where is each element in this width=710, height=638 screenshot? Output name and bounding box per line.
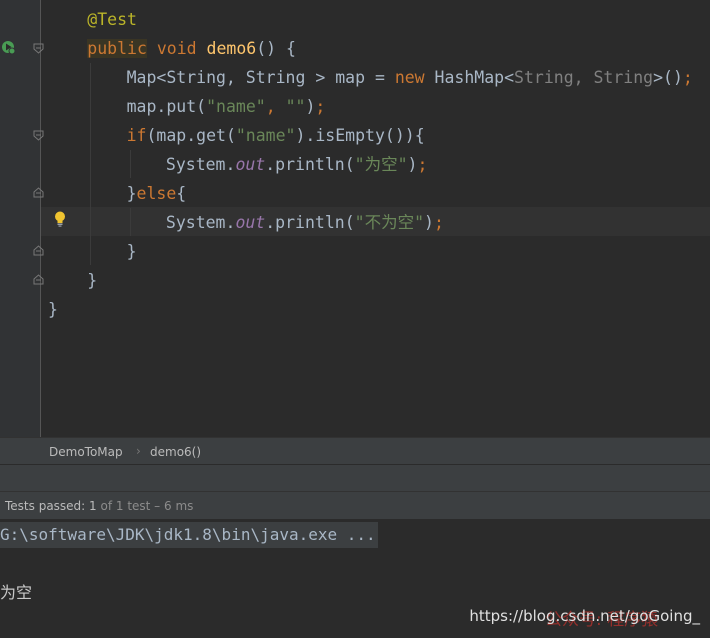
code-token: else [136, 184, 177, 203]
code-token: void [156, 39, 197, 58]
code-token: >() [653, 68, 683, 87]
test-status-suffix: of 1 test – 6 ms [96, 499, 194, 513]
run-test-icon[interactable] [0, 39, 16, 55]
code-token: map.put( [126, 97, 207, 116]
code-token: System. [165, 213, 236, 232]
fold-marker-icon[interactable] [33, 187, 44, 198]
code-line[interactable]: @Test [87, 5, 137, 34]
code-token: ; [315, 97, 326, 116]
test-status-bar: Tests passed: 1 of 1 test – 6 ms [0, 491, 710, 520]
code-token: public [87, 39, 147, 58]
code-editor[interactable]: @Test public void demo6() {Map<String, St… [0, 0, 710, 437]
fold-marker-icon[interactable] [33, 274, 44, 285]
code-line[interactable]: }else{ [127, 179, 187, 208]
breadcrumb-method[interactable]: demo6() [150, 445, 201, 459]
code-token: ).isEmpty()){ [295, 126, 425, 145]
code-token: Map<String, String > map = [126, 68, 395, 87]
code-line[interactable]: } [48, 295, 58, 324]
code-token: HashMap< [424, 68, 515, 87]
code-line[interactable]: if(map.get("name").isEmpty()){ [127, 121, 425, 150]
code-token: ) [305, 97, 316, 116]
run-toolbar [0, 464, 710, 492]
code-token: } [87, 271, 98, 290]
breadcrumb-separator: › [136, 444, 141, 458]
test-status-prefix: Tests passed: [5, 499, 90, 513]
code-line[interactable]: } [87, 266, 97, 295]
code-token: } [48, 300, 58, 319]
code-token: "不为空" [354, 213, 425, 232]
code-line[interactable]: System.out.println("不为空"); [166, 208, 444, 237]
console-command-line[interactable]: G:\software\JDK\jdk1.8\bin\java.exe ... [0, 522, 378, 548]
indent-guide [130, 150, 131, 178]
code-token: "name" [235, 126, 296, 145]
fold-marker-icon[interactable] [33, 245, 44, 256]
code-token: ) [424, 213, 434, 232]
breadcrumb-class[interactable]: DemoToMap [49, 445, 123, 459]
code-token: } [126, 184, 137, 203]
test-passed-count: 1 [89, 499, 97, 513]
code-token: String, String [514, 68, 654, 87]
lightbulb-icon[interactable] [53, 210, 67, 228]
code-line[interactable]: System.out.println("为空"); [166, 150, 428, 179]
console-output-line: 为空 [0, 583, 33, 602]
code-token: "为空" [354, 155, 408, 174]
code-token: } [126, 242, 137, 261]
code-token: @Test [87, 10, 137, 29]
editor-gutter[interactable] [0, 0, 44, 437]
code-token: () { [256, 39, 296, 58]
code-token: , [265, 97, 286, 116]
breadcrumb: DemoToMap › demo6() [0, 437, 710, 465]
fold-marker-icon[interactable] [33, 43, 44, 54]
code-token: out [235, 155, 266, 174]
code-token: { [176, 184, 187, 203]
code-token: System. [165, 155, 236, 174]
code-token: .println( [265, 213, 355, 232]
code-token: if [126, 126, 147, 145]
code-token: ; [433, 213, 444, 232]
code-token: out [235, 213, 266, 232]
code-token: ; [417, 155, 428, 174]
code-token: ; [682, 68, 693, 87]
watermark: https://blog.csdn.net/goGoing_ [469, 607, 700, 625]
code-line[interactable]: } [127, 237, 137, 266]
code-token: "" [285, 97, 306, 116]
indent-guide [130, 208, 131, 236]
code-token: ) [407, 155, 418, 174]
code-token: demo6 [206, 39, 257, 58]
code-token: "name" [206, 97, 266, 116]
run-console[interactable]: G:\software\JDK\jdk1.8\bin\java.exe ... … [0, 519, 710, 638]
fold-marker-icon[interactable] [33, 130, 44, 141]
code-token: (map.get( [146, 126, 236, 145]
code-line[interactable]: map.put("name", ""); [127, 92, 326, 121]
code-line[interactable]: public void demo6() { [87, 34, 296, 63]
code-token: .println( [265, 155, 355, 174]
code-line[interactable]: Map<String, String > map = new HashMap<S… [127, 63, 693, 92]
code-token: new [394, 68, 425, 87]
indent-guide [90, 63, 91, 265]
